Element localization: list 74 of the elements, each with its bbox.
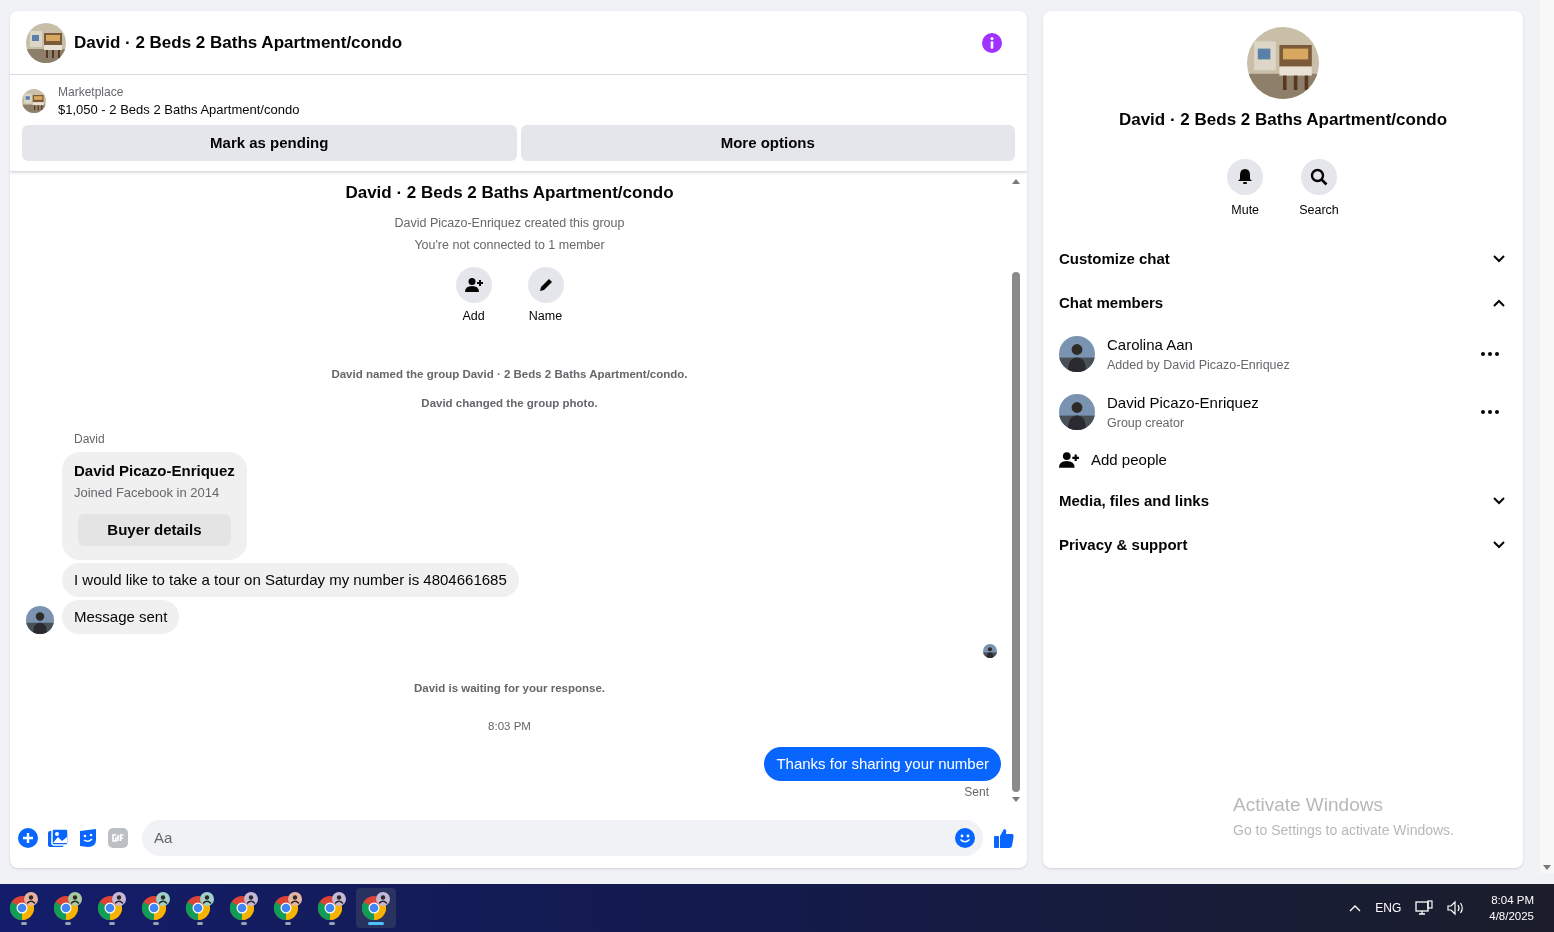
details-action-button[interactable] xyxy=(1227,158,1264,195)
section-header[interactable]: Privacy & support xyxy=(1059,523,1507,568)
section-header[interactable]: Customize chat xyxy=(1059,237,1507,282)
waiting-notice: David is waiting for your response. xyxy=(413,681,606,697)
details-action-button[interactable] xyxy=(1301,158,1337,195)
language-indicator[interactable]: ENG xyxy=(1375,899,1402,917)
chevron-down-icon xyxy=(1493,255,1505,264)
listing-action-button[interactable]: More options xyxy=(520,125,1015,161)
plus-icon[interactable] xyxy=(18,828,38,848)
sender-name: David xyxy=(74,431,105,449)
message-bubble: I would like to take a tour on Saturday my number is 4804661685 xyxy=(62,563,519,598)
taskbar-app[interactable] xyxy=(356,888,396,928)
chevron-down-icon xyxy=(1493,497,1505,506)
message-field[interactable]: Aa xyxy=(154,826,955,850)
group-title: David · 2 Beds 2 Baths Apartment/condo xyxy=(345,182,674,204)
section-header[interactable]: Media, files and links xyxy=(1059,479,1507,524)
profile-name: David Picazo-Enriquez xyxy=(74,461,235,482)
sticker-icon[interactable] xyxy=(78,828,98,848)
group-action-label: Name xyxy=(528,308,563,325)
info-icon[interactable] xyxy=(981,31,1003,54)
thumbs-up-icon[interactable] xyxy=(993,827,1015,849)
more-icon[interactable] xyxy=(1481,410,1499,415)
message-status: Sent xyxy=(964,783,989,801)
section-title: Media, files and links xyxy=(1059,491,1210,511)
avatar xyxy=(1059,394,1095,431)
activation-subtitle: Go to Settings to activate Windows. xyxy=(1233,820,1454,840)
listing-title[interactable]: $1,050 - 2 Beds 2 Baths Apartment/condo xyxy=(58,101,300,119)
member-role: Group creator xyxy=(1107,415,1186,433)
section-title: Privacy & support xyxy=(1059,535,1188,555)
message-bubble: Message sent xyxy=(62,600,180,635)
group-info: You're not connected to 1 member xyxy=(414,237,605,255)
avatar xyxy=(1059,336,1095,373)
buyer-details-button[interactable]: Buyer details xyxy=(78,514,231,547)
details-title: David · 2 Beds 2 Baths Apartment/condo xyxy=(1118,109,1448,131)
chevron-down-icon xyxy=(1493,541,1505,550)
clock-date[interactable]: 4/8/2025 xyxy=(1489,908,1534,924)
network-icon[interactable] xyxy=(1415,900,1434,916)
section-title: Customize chat xyxy=(1059,249,1170,269)
group-action-label: Add xyxy=(462,308,485,325)
volume-icon[interactable] xyxy=(1447,900,1466,916)
chevron-up-icon[interactable] xyxy=(1349,904,1362,912)
search-icon xyxy=(1310,167,1328,186)
listing-source: Marketplace xyxy=(58,84,125,101)
profile-subtitle: Joined Facebook in 2014 xyxy=(74,483,221,502)
outgoing-message-bubble: Thanks for sharing your number xyxy=(764,746,1001,781)
add-person-icon xyxy=(1059,451,1079,470)
more-icon[interactable] xyxy=(1481,352,1499,357)
details-action-label: Mute xyxy=(1231,201,1260,219)
chevron-up-icon xyxy=(1493,299,1505,308)
chat-title: David · 2 Beds 2 Baths Apartment/condo xyxy=(74,31,404,54)
add-people-link[interactable]: Add people xyxy=(1091,449,1167,472)
group-action-button[interactable] xyxy=(455,267,492,303)
member-name: David Picazo-Enriquez xyxy=(1107,392,1260,413)
bell-icon xyxy=(1237,168,1254,185)
pencil-icon xyxy=(537,277,554,293)
add-person-icon xyxy=(464,277,483,293)
details-action-label: Search xyxy=(1299,201,1339,219)
group-action-button[interactable] xyxy=(527,267,564,303)
avatar xyxy=(26,606,54,635)
emoji-icon[interactable] xyxy=(955,828,975,848)
message-input[interactable]: Aa xyxy=(142,820,983,856)
clock-time[interactable]: 8:04 PM xyxy=(1491,892,1534,908)
member-name: Carolina Aan xyxy=(1107,334,1194,355)
image-icon[interactable] xyxy=(48,828,68,848)
activation-title: Activate Windows xyxy=(1233,793,1384,817)
group-info: David Picazo-Enriquez created this group xyxy=(394,214,625,232)
listing-action-button[interactable]: Mark as pending xyxy=(22,125,517,161)
section-header[interactable]: Chat members xyxy=(1059,281,1507,326)
avatar xyxy=(983,644,997,659)
event-notice: David named the group David · 2 Beds 2 Baths Apartment/condo. xyxy=(331,366,688,382)
message-time: 8:03 PM xyxy=(488,718,531,734)
section-title: Chat members xyxy=(1059,293,1164,313)
member-role: Added by David Picazo-Enriquez xyxy=(1107,357,1291,375)
event-notice: David changed the group photo. xyxy=(421,396,598,411)
